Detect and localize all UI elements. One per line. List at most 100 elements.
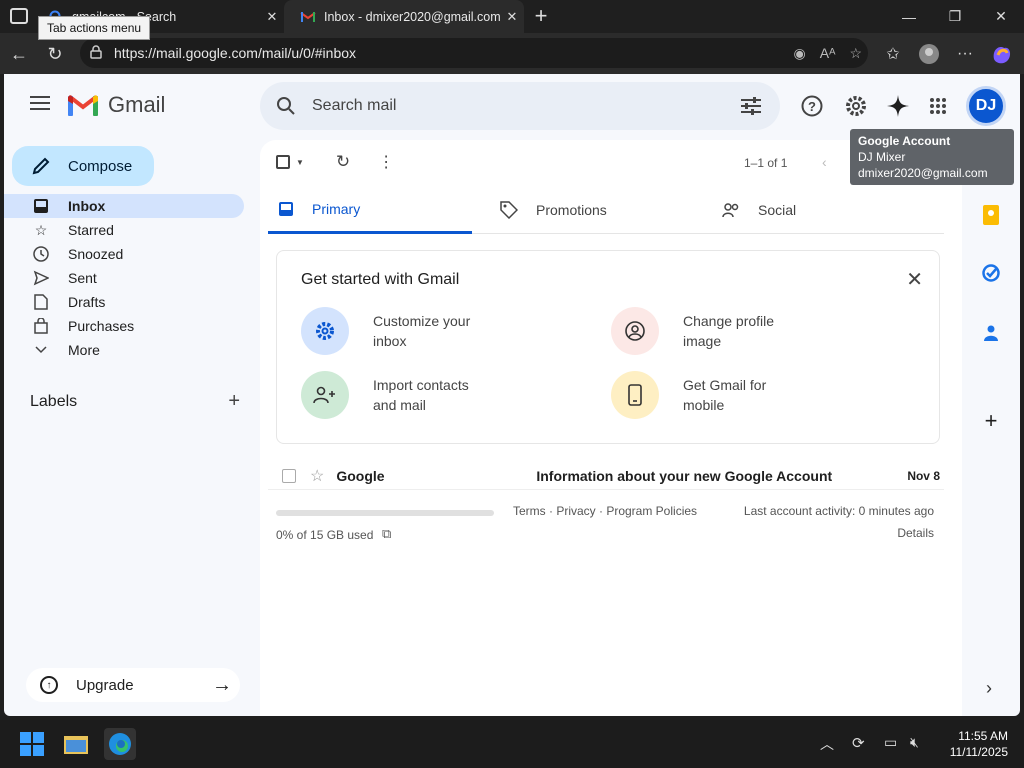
sidebar-item-drafts[interactable]: Drafts bbox=[4, 290, 244, 314]
star-toggle-icon[interactable]: ☆ bbox=[310, 466, 324, 486]
close-tab-icon[interactable]: ✕ bbox=[260, 9, 284, 25]
tab-title: Inbox - dmixer2020@gmail.com - bbox=[324, 9, 500, 24]
sidebar-item-purchases[interactable]: Purchases bbox=[4, 314, 244, 338]
category-tabs: Primary Promotions Social bbox=[268, 186, 944, 234]
storage-text: 0% of 15 GB used bbox=[276, 528, 374, 542]
gs-get-mobile[interactable]: Get Gmail for mobile bbox=[611, 371, 766, 419]
minimize-icon[interactable]: — bbox=[886, 0, 932, 33]
keep-icon[interactable] bbox=[980, 204, 1002, 226]
account-name: DJ Mixer bbox=[858, 150, 906, 164]
eye-icon[interactable]: ◉ bbox=[794, 45, 806, 62]
expand-panel-icon[interactable]: › bbox=[986, 678, 992, 699]
show-hidden-icons[interactable]: ︿ bbox=[820, 734, 834, 754]
help-icon[interactable]: ? bbox=[796, 90, 828, 122]
add-people-icon bbox=[301, 371, 349, 419]
upgrade-button[interactable]: ↑ Upgrade → bbox=[26, 668, 240, 702]
star-icon: ☆ bbox=[34, 221, 48, 238]
refresh-mail-icon[interactable]: ↻ bbox=[336, 152, 350, 172]
sidebar-item-snoozed[interactable]: Snoozed bbox=[4, 242, 244, 266]
email-checkbox[interactable] bbox=[282, 468, 296, 483]
tab-actions-icon[interactable] bbox=[10, 8, 28, 24]
windows-start-icon[interactable] bbox=[16, 728, 48, 760]
open-in-new-icon[interactable]: ⧉ bbox=[382, 526, 391, 542]
add-label-icon[interactable]: + bbox=[228, 390, 240, 413]
gs-import-contacts[interactable]: Import contacts and mail bbox=[301, 371, 469, 419]
tab-social[interactable]: Social bbox=[722, 186, 796, 234]
read-aloud-icon[interactable]: Aᴬ bbox=[820, 45, 836, 61]
upgrade-icon: ↑ bbox=[40, 676, 58, 694]
mail-panel: ▼ ↻ ⋮ 1–1 of 1 ‹ Primary Promotions Soci… bbox=[260, 140, 962, 716]
tab-label: Promotions bbox=[536, 202, 607, 218]
favorite-star-icon[interactable]: ☆ bbox=[849, 45, 862, 62]
sync-status-icon[interactable]: ⟳ bbox=[852, 734, 865, 752]
get-started-title: Get started with Gmail bbox=[301, 271, 460, 288]
clock[interactable]: 11:55 AM 11/11/2025 bbox=[950, 728, 1008, 760]
email-subject: Information about your new Google Accoun… bbox=[536, 467, 833, 484]
email-date: Nov 8 bbox=[907, 468, 940, 483]
edge-browser-icon[interactable] bbox=[104, 728, 136, 760]
mail-toolbar: ▼ ↻ ⋮ bbox=[276, 152, 394, 172]
tab-label: Social bbox=[758, 202, 797, 218]
close-tab-icon[interactable]: ✕ bbox=[500, 9, 524, 25]
select-all-checkbox[interactable]: ▼ bbox=[276, 155, 304, 169]
sidebar-item-more[interactable]: More bbox=[4, 338, 244, 362]
site-info-icon[interactable] bbox=[90, 44, 104, 62]
restore-icon[interactable]: ❐ bbox=[932, 0, 978, 33]
url-field[interactable]: https://mail.google.com/mail/u/0/#inbox … bbox=[80, 38, 868, 68]
volume-muted-icon[interactable]: 🔇︎ bbox=[910, 734, 919, 751]
contacts-icon[interactable] bbox=[980, 322, 1002, 344]
draft-icon bbox=[32, 293, 50, 311]
sidebar-item-starred[interactable]: ☆ Starred bbox=[4, 218, 244, 242]
gemini-sparkle-icon[interactable] bbox=[882, 90, 914, 122]
select-dropdown-icon[interactable]: ▼ bbox=[296, 158, 304, 167]
sidebar-item-sent[interactable]: Sent bbox=[4, 266, 244, 290]
search-bar[interactable]: Search mail bbox=[260, 82, 780, 130]
display-icon[interactable]: ▭ bbox=[884, 734, 897, 751]
more-icon[interactable]: ··· bbox=[950, 39, 980, 69]
refresh-icon[interactable]: ↻ bbox=[40, 39, 70, 69]
add-addon-icon[interactable]: + bbox=[980, 408, 1002, 433]
copilot-icon[interactable] bbox=[986, 39, 1016, 69]
gmail-logo[interactable]: Gmail bbox=[68, 92, 165, 118]
gmail-favicon-icon bbox=[300, 9, 316, 25]
browser-tab-inbox[interactable]: Inbox - dmixer2020@gmail.com - ✕ bbox=[284, 0, 524, 33]
close-icon[interactable]: ✕ bbox=[906, 267, 923, 292]
prev-page-icon[interactable]: ‹ bbox=[822, 154, 827, 170]
search-icon[interactable] bbox=[260, 96, 312, 116]
gs-change-profile-image[interactable]: Change profile image bbox=[611, 307, 774, 355]
account-avatar[interactable]: DJ bbox=[966, 86, 1006, 126]
main-menu-icon[interactable] bbox=[30, 96, 50, 110]
tab-promotions[interactable]: Promotions bbox=[500, 186, 607, 234]
back-icon[interactable]: ← bbox=[4, 39, 34, 69]
gs-item-line2: mobile bbox=[683, 397, 725, 413]
email-row[interactable]: ☆ Google Information about your new Goog… bbox=[268, 462, 944, 490]
profile-icon[interactable] bbox=[914, 39, 944, 69]
sidebar-item-label: Sent bbox=[68, 270, 97, 286]
more-vert-icon[interactable]: ⋮ bbox=[378, 152, 394, 172]
tasks-icon[interactable] bbox=[980, 262, 1002, 284]
settings-gear-icon[interactable] bbox=[840, 90, 872, 122]
gs-item-line1: Change profile bbox=[683, 313, 775, 329]
gs-customize-inbox[interactable]: Customize your inbox bbox=[301, 307, 470, 355]
apps-grid-icon[interactable] bbox=[922, 90, 954, 122]
sidebar-item-inbox[interactable]: Inbox bbox=[4, 194, 244, 218]
tab-label: Primary bbox=[312, 200, 361, 217]
sidebar-item-label: Starred bbox=[68, 222, 114, 238]
account-tooltip: Google Account DJ Mixer dmixer2020@gmail… bbox=[850, 129, 1014, 185]
compose-button[interactable]: Compose bbox=[12, 146, 154, 186]
url-text: https://mail.google.com/mail/u/0/#inbox bbox=[114, 45, 357, 61]
tab-primary[interactable]: Primary bbox=[268, 186, 472, 234]
search-options-icon[interactable] bbox=[722, 97, 780, 115]
favorites-icon[interactable]: ✩ bbox=[878, 39, 908, 69]
file-explorer-icon[interactable] bbox=[60, 728, 92, 760]
close-window-icon[interactable]: ✕ bbox=[978, 0, 1024, 33]
inbox-icon bbox=[32, 197, 50, 215]
search-input[interactable]: Search mail bbox=[312, 97, 722, 115]
gs-item-line2: and mail bbox=[373, 397, 426, 413]
new-tab-icon[interactable]: + bbox=[530, 4, 552, 28]
details-link[interactable]: Details bbox=[897, 526, 934, 540]
footer-links[interactable]: Terms · Privacy · Program Policies bbox=[513, 504, 697, 518]
arrow-right-icon: → bbox=[212, 673, 232, 696]
clock-date: 11/11/2025 bbox=[949, 745, 1008, 759]
sidebar-item-label: Purchases bbox=[68, 318, 135, 334]
